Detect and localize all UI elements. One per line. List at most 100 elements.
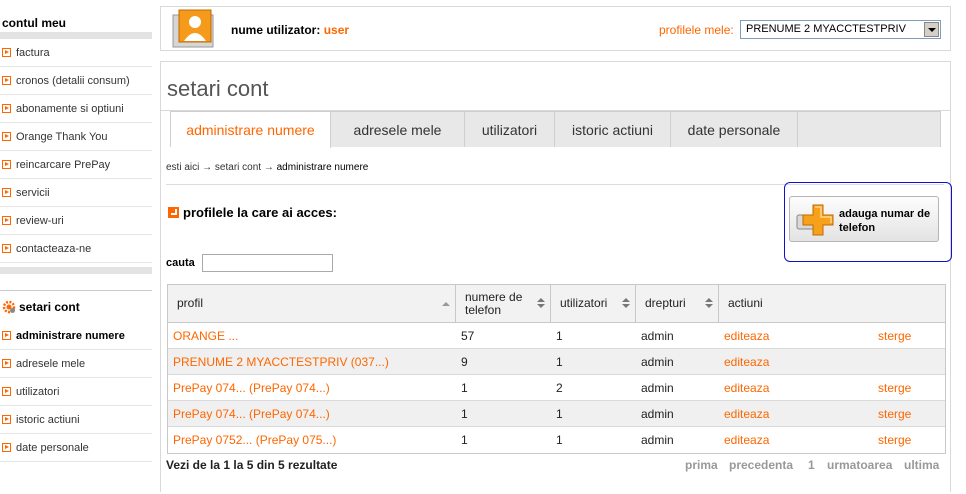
tab-utilizatori[interactable]: utilizatori bbox=[465, 112, 555, 147]
sidebar-item-adresele-mele[interactable]: adresele mele bbox=[0, 350, 152, 378]
arrow-bullet-icon bbox=[2, 244, 11, 253]
sidebar-heading-settings-label: setari cont bbox=[19, 299, 80, 314]
delete-link[interactable]: sterge bbox=[873, 427, 943, 452]
edit-link[interactable]: editeaza bbox=[719, 349, 809, 374]
cell-drepturi: admin bbox=[641, 432, 674, 447]
delete-link[interactable]: sterge bbox=[873, 323, 943, 348]
arrow-bullet-icon bbox=[2, 160, 11, 169]
cell-drepturi: admin bbox=[641, 380, 674, 395]
pager-last[interactable]: ultima bbox=[904, 458, 939, 472]
column-header-drepturi[interactable]: drepturi bbox=[636, 285, 719, 322]
cell-utilizatori: 1 bbox=[556, 354, 563, 369]
profiles-label: profilele mele: bbox=[659, 23, 734, 37]
column-header-actiuni: actiuni bbox=[728, 296, 763, 310]
breadcrumb-settings[interactable]: setari cont bbox=[215, 162, 261, 173]
sidebar-item-administrare-numere[interactable]: administrare numere bbox=[0, 322, 152, 350]
page: contul meu factura cronos (detalii consum… bbox=[0, 0, 966, 494]
delete-link[interactable] bbox=[873, 349, 943, 374]
breadcrumb-here: esti aici bbox=[166, 162, 200, 173]
sidebar-item-factura[interactable]: factura bbox=[0, 39, 152, 67]
sort-icon[interactable] bbox=[705, 298, 713, 310]
table-row: PrePay 0752... (PrePay 075...) 1 1 admin edi… bbox=[168, 427, 945, 453]
plus-icon bbox=[796, 204, 834, 236]
sidebar-divider bbox=[0, 267, 152, 274]
sidebar-item-servicii[interactable]: servicii bbox=[0, 179, 152, 207]
sidebar-item-label: utilizatori bbox=[16, 385, 60, 398]
sort-icon[interactable] bbox=[622, 298, 630, 310]
sidebar-item-reincarcare-prepay[interactable]: reincarcare PrePay bbox=[0, 151, 152, 179]
arrow-bullet-icon bbox=[2, 331, 11, 340]
sidebar-item-istoric-actiuni[interactable]: istoric actiuni bbox=[0, 406, 152, 434]
arrow-bullet-icon bbox=[2, 443, 11, 452]
pager-first[interactable]: prima bbox=[685, 458, 718, 472]
sidebar-item-label: date personale bbox=[16, 441, 89, 454]
sidebar-settings-section: setari cont administrare numere adresele … bbox=[0, 290, 152, 462]
cell-profil[interactable]: ORANGE ... bbox=[168, 323, 456, 348]
sidebar-item-label: abonamente si optiuni bbox=[16, 102, 124, 115]
access-profiles-heading: profilele la care ai acces: bbox=[168, 205, 337, 220]
results-summary: Vezi de la 1 la 5 din 5 rezultate bbox=[166, 458, 338, 472]
sidebar-item-abonamente-si-optiuni[interactable]: abonamente si optiuni bbox=[0, 95, 152, 123]
table-row: PrePay 074... (PrePay 074...) 1 1 admin edit… bbox=[168, 401, 945, 427]
search-input[interactable] bbox=[202, 254, 333, 272]
cell-profil[interactable]: PrePay 0752... (PrePay 075...) bbox=[168, 427, 456, 452]
sidebar-item-label: administrare numere bbox=[16, 329, 125, 342]
sidebar-item-date-personale[interactable]: date personale bbox=[0, 434, 152, 462]
sidebar-divider bbox=[0, 32, 152, 39]
settings-tabs: administrare numere adresele mele utiliz… bbox=[170, 111, 941, 148]
cell-drepturi: admin bbox=[641, 406, 674, 421]
profiles-select[interactable]: PRENUME 2 MYACCTESTPRIV bbox=[740, 20, 941, 39]
sort-icon[interactable] bbox=[537, 298, 545, 310]
username-label: nume utilizator: bbox=[231, 23, 321, 37]
sidebar-menu-settings: administrare numere adresele mele utilizat… bbox=[0, 322, 152, 462]
tab-date-personale[interactable]: date personale bbox=[671, 112, 798, 147]
cell-utilizatori: 1 bbox=[556, 406, 563, 421]
user-avatar-icon bbox=[172, 9, 214, 48]
delete-link[interactable]: sterge bbox=[873, 375, 943, 400]
cell-profil[interactable]: PrePay 074... (PrePay 074...) bbox=[168, 375, 456, 400]
arrow-bullet-icon bbox=[2, 359, 11, 368]
sidebar-item-utilizatori[interactable]: utilizatori bbox=[0, 378, 152, 406]
column-header-profil[interactable]: profil bbox=[168, 285, 456, 322]
cell-utilizatori: 1 bbox=[556, 328, 563, 343]
column-header-utilizatori[interactable]: utilizatori bbox=[551, 285, 636, 322]
username-display: nume utilizator: user bbox=[231, 23, 349, 37]
edit-link[interactable]: editeaza bbox=[719, 401, 809, 426]
pager-page-number[interactable]: 1 bbox=[808, 458, 815, 472]
delete-link[interactable]: sterge bbox=[873, 401, 943, 426]
arrow-bullet-icon bbox=[2, 188, 11, 197]
pager-next[interactable]: urmatoarea bbox=[827, 458, 892, 472]
edit-link[interactable]: editeaza bbox=[719, 375, 809, 400]
column-header-numere[interactable]: numere de telefon bbox=[456, 285, 551, 322]
cell-numere: 1 bbox=[461, 432, 468, 447]
edit-link[interactable]: editeaza bbox=[719, 427, 809, 452]
sidebar-item-orange-thank-you[interactable]: Orange Thank You bbox=[0, 123, 152, 151]
sidebar-item-label: adresele mele bbox=[16, 357, 86, 370]
arrow-bullet-icon bbox=[2, 48, 11, 57]
access-profiles-title: profilele la care ai acces: bbox=[183, 205, 337, 220]
cell-numere: 9 bbox=[461, 354, 468, 369]
chevron-down-icon[interactable] bbox=[924, 22, 939, 37]
pager-previous[interactable]: precedenta bbox=[729, 458, 793, 472]
sidebar-item-contacteaza-ne[interactable]: contacteaza-ne bbox=[0, 235, 152, 263]
table-body: ORANGE ... 57 1 admin editeaza sterge PRENUME … bbox=[168, 323, 945, 453]
sidebar-item-label: reincarcare PrePay bbox=[16, 158, 111, 171]
tab-istoric-actiuni[interactable]: istoric actiuni bbox=[555, 112, 671, 147]
arrow-bullet-icon bbox=[168, 207, 179, 218]
add-phone-number-button[interactable]: adauga numar de telefon bbox=[789, 196, 939, 242]
cell-profil[interactable]: PRENUME 2 MYACCTESTPRIV (037...) bbox=[168, 349, 456, 374]
sidebar-item-review-uri[interactable]: review-uri bbox=[0, 207, 152, 235]
search-label: cauta bbox=[166, 257, 195, 269]
table-row: PrePay 074... (PrePay 074...) 1 2 admin edit… bbox=[168, 375, 945, 401]
edit-link[interactable]: editeaza bbox=[719, 323, 809, 348]
sidebar-item-cronos-detalii-consum[interactable]: cronos (detalii consum) bbox=[0, 67, 152, 95]
arrow-bullet-icon bbox=[2, 387, 11, 396]
table-header: profil numere de telefon utilizatori dre… bbox=[168, 285, 945, 323]
page-title: setari cont bbox=[167, 76, 269, 101]
gear-icon bbox=[2, 300, 16, 313]
sidebar-heading-account: contul meu bbox=[2, 16, 67, 30]
tab-administrare-numere[interactable]: administrare numere bbox=[171, 112, 331, 148]
cell-profil[interactable]: PrePay 074... (PrePay 074...) bbox=[168, 401, 456, 426]
sort-asc-icon[interactable] bbox=[442, 298, 450, 310]
tab-adresele-mele[interactable]: adresele mele bbox=[331, 112, 465, 147]
